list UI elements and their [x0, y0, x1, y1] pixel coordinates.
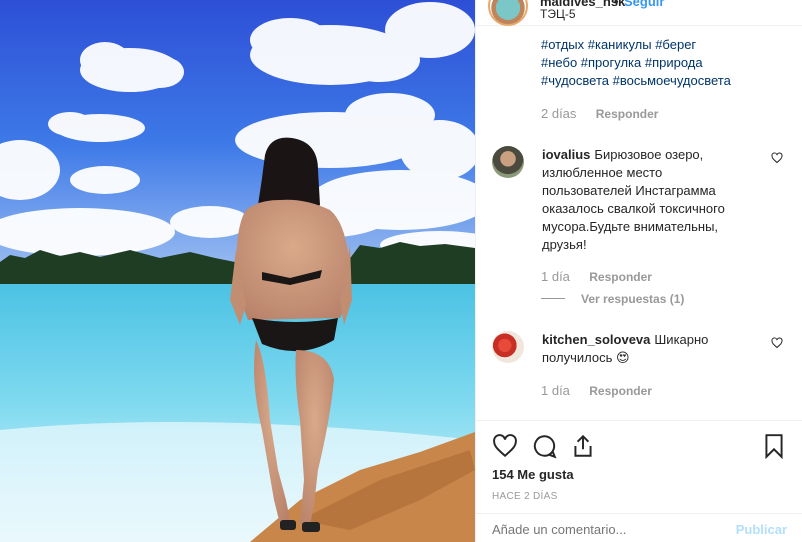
caption-time[interactable]: 2 días — [541, 106, 576, 121]
hashtags-line[interactable]: #отдых #каникулы #берег — [541, 36, 781, 54]
comment-bubble-icon[interactable] — [531, 433, 557, 459]
like-comment-heart-icon[interactable] — [771, 337, 783, 349]
post-actions: 154 Me gusta HACE 2 DÍAS Publicar — [476, 420, 802, 542]
hashtags-line[interactable]: #чудосвета #восьмоечудосвета — [541, 72, 781, 90]
reply-button[interactable]: Responder — [589, 384, 652, 398]
post-photo[interactable] — [0, 0, 475, 542]
post-header: maldives_nsk • Seguir ТЭЦ-5 ••• — [476, 0, 802, 26]
like-comment-heart-icon[interactable] — [771, 152, 783, 164]
share-upload-icon[interactable] — [570, 433, 596, 459]
publish-button[interactable]: Publicar — [736, 522, 787, 537]
follow-button[interactable]: Seguir — [624, 0, 664, 9]
reply-button[interactable]: Responder — [589, 270, 652, 284]
caption-hashtags: #отдых #каникулы #берег #небо #прогулка … — [541, 36, 781, 90]
comment-time[interactable]: 1 día — [541, 269, 570, 284]
separator-dot: • — [614, 0, 619, 9]
commenter-avatar[interactable] — [492, 331, 524, 363]
comment-time[interactable]: 1 día — [541, 383, 570, 398]
author-avatar[interactable] — [488, 0, 528, 26]
caption-meta: 2 días Responder — [541, 106, 658, 121]
comment-text-block: kitchen_soloveva Шикарно получилось 😍 — [542, 331, 754, 367]
post-timestamp[interactable]: HACE 2 DÍAS — [492, 491, 558, 502]
hashtags-line[interactable]: #небо #прогулка #природа — [541, 54, 781, 72]
post-sidebar: maldives_nsk • Seguir ТЭЦ-5 ••• #отдых #… — [475, 0, 802, 542]
reply-button[interactable]: Responder — [596, 107, 659, 121]
more-options-icon[interactable]: ••• — [767, 0, 787, 8]
likes-count[interactable]: 154 Me gusta — [492, 467, 574, 482]
comment-body: Бирюзовое озеро, излюбленное место польз… — [542, 147, 725, 252]
comment-meta: 1 día Responder — [541, 383, 652, 398]
commenter-username[interactable]: iovalius — [542, 147, 590, 162]
like-heart-icon[interactable] — [492, 433, 518, 459]
photo-scene — [0, 0, 475, 542]
comment-meta: 1 día Responder — [541, 269, 652, 284]
replies-divider-line — [541, 298, 565, 299]
commenter-avatar[interactable] — [492, 146, 524, 178]
comment-text-block: iovalius Бирюзовое озеро, излюбленное мес… — [542, 146, 754, 254]
add-comment-bar: Publicar — [476, 513, 802, 542]
view-replies-button[interactable]: Ver respuestas (1) — [581, 292, 684, 306]
commenter-username[interactable]: kitchen_soloveva — [542, 332, 650, 347]
post-location[interactable]: ТЭЦ-5 — [540, 7, 576, 21]
bookmark-save-icon[interactable] — [761, 433, 787, 459]
add-comment-input[interactable] — [492, 522, 712, 537]
